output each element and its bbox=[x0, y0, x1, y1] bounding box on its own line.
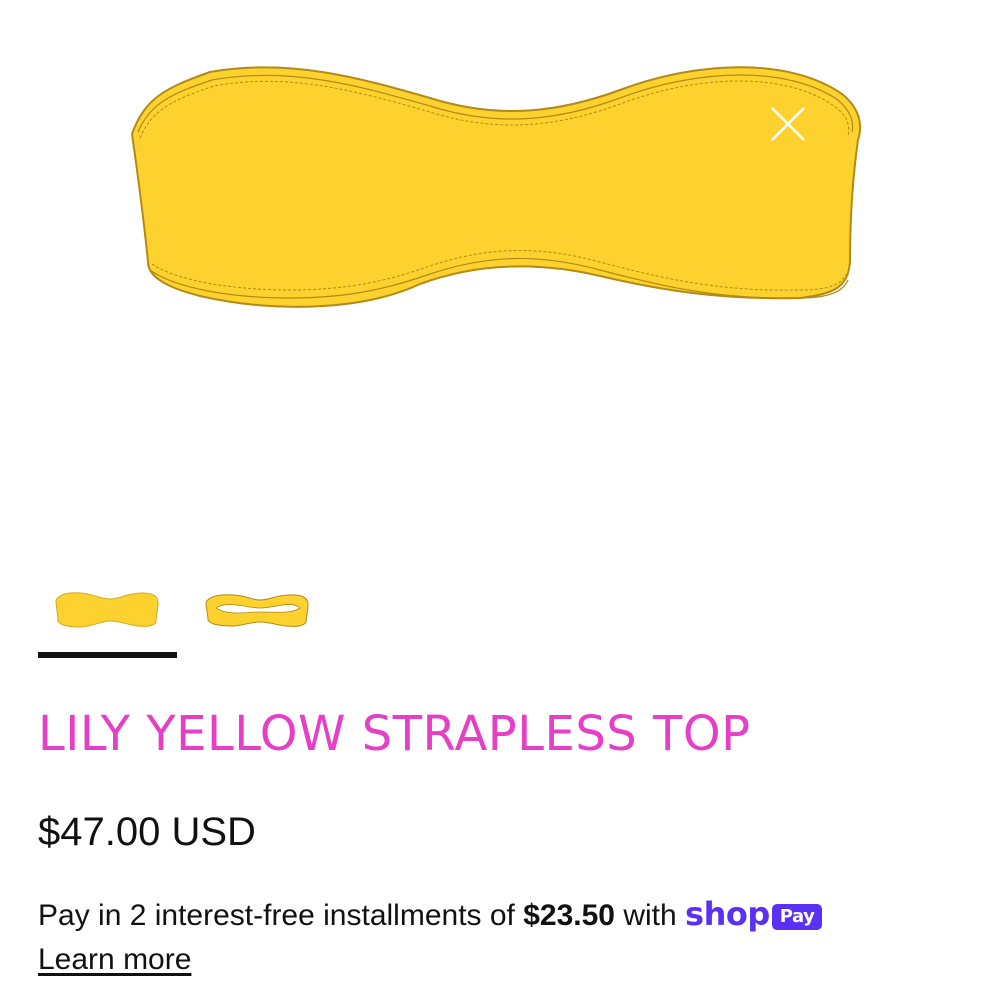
product-hero-image bbox=[0, 0, 1000, 560]
thumbnail-strip bbox=[38, 578, 438, 660]
thumbnail-front[interactable] bbox=[38, 578, 178, 644]
installments-prefix: Pay in 2 interest-free installments of bbox=[38, 899, 515, 932]
close-button[interactable] bbox=[764, 100, 812, 148]
product-title: LILY YELLOW STRAPLESS TOP bbox=[38, 706, 751, 762]
installment-amount: $23.50 bbox=[523, 899, 615, 932]
learn-more-link[interactable]: Learn more bbox=[38, 938, 191, 982]
thumbnail-front-image bbox=[55, 592, 159, 628]
product-price: $47.00 USD bbox=[38, 810, 256, 854]
thumbnail-top-image bbox=[205, 594, 309, 627]
shop-pay-logo: shop Pay bbox=[685, 895, 823, 933]
installments-banner: Pay in 2 interest-free installments of $… bbox=[38, 890, 978, 940]
installments-suffix: with bbox=[623, 899, 677, 932]
close-icon bbox=[771, 107, 805, 141]
thumbnail-top[interactable] bbox=[188, 578, 328, 644]
selected-thumbnail-indicator bbox=[38, 652, 177, 658]
strapless-top-illustration bbox=[130, 66, 861, 308]
shop-logo-text: shop bbox=[685, 895, 770, 933]
pay-badge: Pay bbox=[771, 904, 823, 930]
